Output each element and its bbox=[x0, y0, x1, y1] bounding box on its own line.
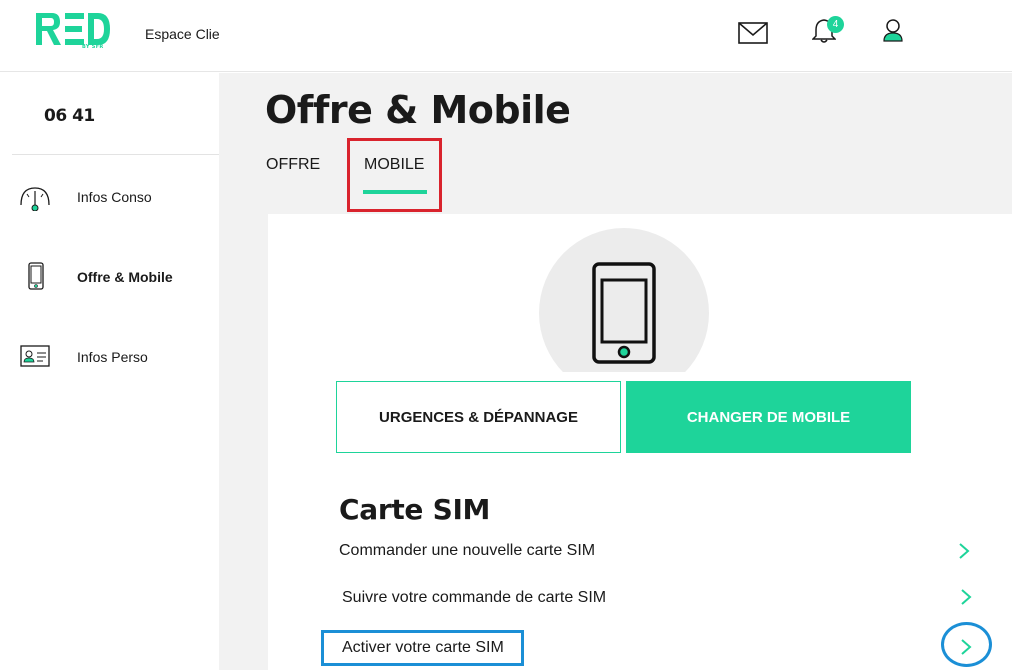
highlight-box-activer-sim bbox=[321, 630, 524, 666]
changer-de-mobile-button[interactable]: CHANGER DE MOBILE bbox=[626, 381, 911, 453]
smartphone-illustration-icon bbox=[592, 262, 656, 364]
chevron-right-icon[interactable] bbox=[960, 588, 972, 606]
user-icon[interactable] bbox=[883, 18, 903, 42]
suivre-commande-sim-link[interactable]: Suivre votre commande de carte SIM bbox=[342, 589, 606, 607]
commander-sim-link[interactable]: Commander une nouvelle carte SIM bbox=[339, 542, 595, 560]
top-header: BY SFR Espace Clie 4 bbox=[0, 0, 1012, 72]
smartphone-icon bbox=[28, 262, 44, 290]
notification-badge: 4 bbox=[827, 16, 844, 33]
sidebar-item-offre-mobile[interactable]: Offre & Mobile bbox=[12, 257, 219, 297]
highlight-box-mobile-tab bbox=[347, 138, 442, 212]
sidebar-item-infos-conso[interactable]: Infos Conso bbox=[12, 177, 219, 217]
gauge-icon bbox=[20, 187, 50, 211]
id-card-icon bbox=[20, 345, 50, 367]
tab-offre[interactable]: OFFRE bbox=[266, 156, 320, 174]
sidebar-divider bbox=[12, 154, 219, 155]
mail-icon[interactable] bbox=[738, 22, 768, 44]
sidebar-item-label: Infos Conso bbox=[77, 189, 152, 205]
sidebar: 06 41 Infos Conso Offre & Mobile Infos P… bbox=[12, 73, 219, 670]
chevron-right-icon[interactable] bbox=[958, 542, 970, 560]
page-title: Offre & Mobile bbox=[265, 88, 571, 132]
sidebar-item-infos-perso[interactable]: Infos Perso bbox=[12, 337, 219, 377]
highlight-circle-chevron bbox=[941, 622, 992, 667]
espace-client-label: Espace Clie bbox=[145, 26, 220, 42]
sidebar-item-label: Infos Perso bbox=[77, 349, 148, 365]
carte-sim-title: Carte SIM bbox=[339, 493, 491, 526]
urgences-depannage-button[interactable]: URGENCES & DÉPANNAGE bbox=[336, 381, 621, 453]
phone-number: 06 41 bbox=[44, 106, 95, 126]
logo-subtitle: BY SFR bbox=[82, 44, 104, 50]
sidebar-item-label: Offre & Mobile bbox=[77, 269, 173, 285]
